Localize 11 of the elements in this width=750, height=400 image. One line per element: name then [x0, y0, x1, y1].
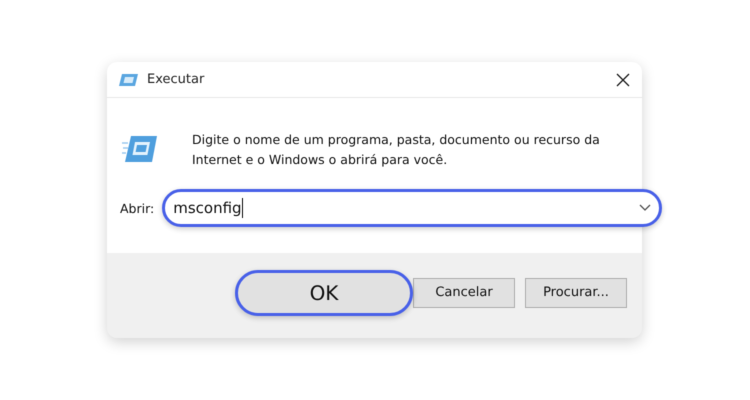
field-label: Abrir:: [120, 200, 154, 216]
dialog-button[interactable]: Cancelar: [413, 278, 515, 308]
dialog-button[interactable]: Procurar...: [525, 278, 627, 308]
chevron-down-icon[interactable]: [639, 204, 652, 212]
dialog-button[interactable]: OK: [235, 270, 413, 316]
run-icon: [122, 134, 158, 164]
close-icon[interactable]: [616, 72, 630, 86]
run-icon: [119, 72, 139, 86]
description-text: Digite o nome de um programa, pasta, documento ou recurso da Internet e o Windows o abrirá para você.: [192, 131, 601, 169]
window-title: Executar: [147, 72, 206, 87]
open-combo-box[interactable]: msconfig: [162, 189, 662, 227]
